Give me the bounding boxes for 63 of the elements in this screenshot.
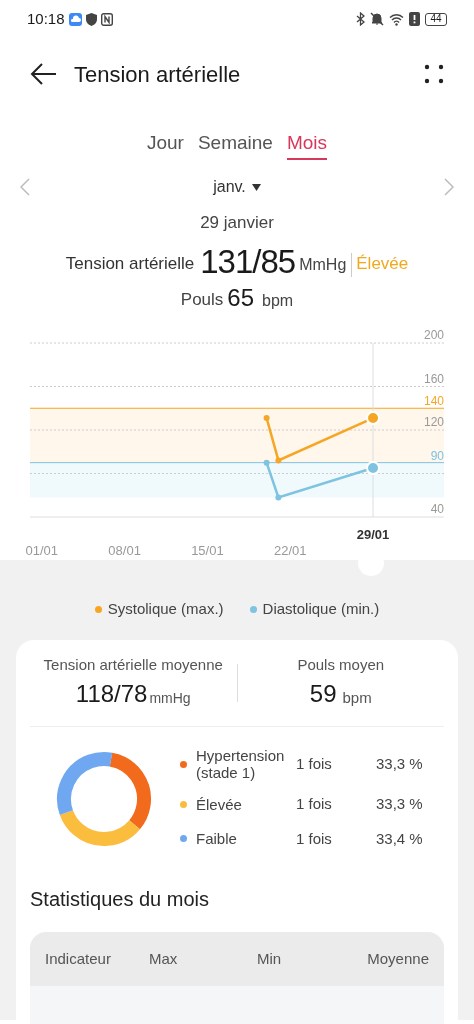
average-pulse-unit: bpm xyxy=(342,687,372,708)
bluetooth-icon xyxy=(356,12,365,26)
muted-bell-icon xyxy=(370,12,384,26)
threshold-label: 140 xyxy=(423,393,444,408)
column-header: Indicateur xyxy=(45,948,112,969)
y-axis-label: 200 xyxy=(423,327,444,342)
clock-time: 10:18 xyxy=(27,8,65,29)
legend-label: Systolique (max.) xyxy=(107,599,224,620)
category-label: Faible xyxy=(196,830,238,848)
x-axis-label: 01/01 xyxy=(25,542,59,558)
wifi-icon xyxy=(389,12,404,26)
category-count: 1 fois xyxy=(296,753,333,774)
previous-button[interactable] xyxy=(20,178,30,196)
category-percent: 33,3 % xyxy=(376,794,423,814)
column-header: Max xyxy=(149,948,179,969)
reading-status: Élevée xyxy=(356,253,409,275)
selected-date-label: 29/01 xyxy=(356,526,390,542)
x-axis-label: 08/01 xyxy=(108,542,141,558)
month-dropdown[interactable]: janv. xyxy=(213,175,261,199)
y-axis-label: 160 xyxy=(423,371,444,385)
threshold-label: 90 xyxy=(430,448,444,463)
alert-icon xyxy=(409,12,420,26)
data-point xyxy=(275,456,282,463)
category-percent: 33,4 % xyxy=(376,828,423,849)
column-header: Moyenne xyxy=(367,948,429,969)
reading-unit: MmHg xyxy=(299,252,353,277)
caret-icon xyxy=(251,183,261,191)
category-label: Élevée xyxy=(196,795,243,813)
y-axis-label: 40 xyxy=(430,501,444,516)
column-header: Min xyxy=(257,948,283,969)
reading-value: 131/85 xyxy=(200,241,296,282)
x-axis-label: 15/01 xyxy=(191,542,224,558)
category-count: 1 fois xyxy=(296,828,333,849)
category-percent: 33,3 % xyxy=(376,753,423,774)
y-axis-label: 120 xyxy=(423,414,444,429)
next-button[interactable] xyxy=(444,178,454,196)
period-tab[interactable]: Semaine xyxy=(197,128,273,160)
average-pressure-value: 118/78 xyxy=(75,679,148,709)
period-tab[interactable]: Mois xyxy=(286,128,328,160)
average-pressure-unit: mmHg xyxy=(149,689,191,708)
category-label: Hypertension (stade 1) xyxy=(196,747,286,781)
average-pressure-label: Tension artérielle moyenne xyxy=(43,654,223,675)
pulse-value: 65 xyxy=(227,282,255,313)
cloud-icon xyxy=(68,12,82,26)
category-count: 1 fois xyxy=(296,794,333,814)
pulse-label: Pouls xyxy=(180,289,224,311)
data-point xyxy=(263,414,270,421)
data-point xyxy=(275,493,282,500)
legend-label: Diastolique (min.) xyxy=(262,599,380,620)
battery-indicator: 44 xyxy=(425,12,447,26)
pulse-unit: bpm xyxy=(262,290,294,311)
average-pulse-label: Pouls moyen xyxy=(297,654,385,675)
section-title: Statistiques du mois xyxy=(30,888,209,910)
shield-icon xyxy=(85,12,97,26)
selected-date: 29 janvier xyxy=(200,213,274,232)
back-button[interactable] xyxy=(30,63,56,85)
nfc-icon xyxy=(100,12,113,26)
period-tab[interactable]: Jour xyxy=(146,128,184,160)
page-title: Tension artérielle xyxy=(74,60,242,89)
reading-label: Tension artérielle xyxy=(65,253,195,275)
average-pulse-value: 59 xyxy=(309,679,337,709)
more-options-button[interactable] xyxy=(424,64,444,84)
x-axis-label: 22/01 xyxy=(273,542,307,558)
